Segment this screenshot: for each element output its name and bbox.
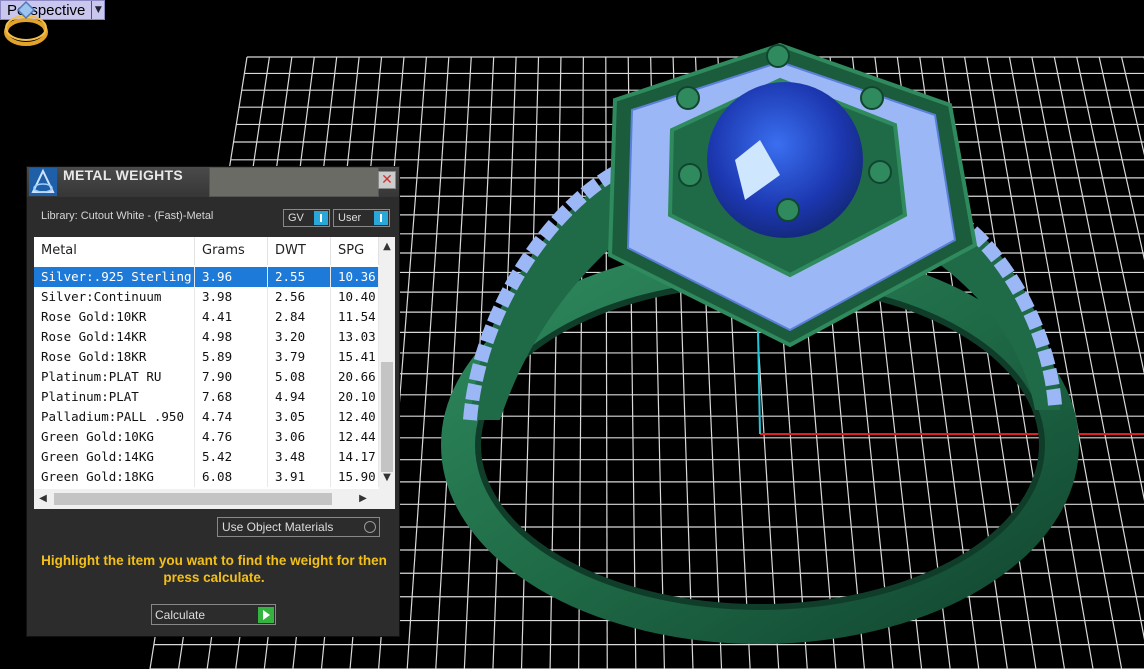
table-cell: 4.74 xyxy=(195,407,268,427)
instruction-text: Highlight the item you want to find the … xyxy=(41,553,387,585)
table-cell: 10.40 xyxy=(331,287,379,307)
table-cell: Rose Gold:10KR xyxy=(34,307,195,327)
chevron-down-icon[interactable]: ▼ xyxy=(91,1,104,19)
scroll-down-icon[interactable]: ▼ xyxy=(379,470,395,486)
table-row[interactable]: Rose Gold:10KR 4.41 2.84 11.54 xyxy=(34,307,379,327)
table-cell: Platinum:PLAT xyxy=(34,387,195,407)
vertical-scrollbar[interactable]: ▲ ▼ xyxy=(379,237,395,489)
scroll-up-icon[interactable]: ▲ xyxy=(379,239,395,255)
app-logo-icon xyxy=(29,168,57,196)
table-cell: 6.08 xyxy=(195,467,268,487)
scroll-right-icon[interactable]: ▶ xyxy=(356,491,370,507)
table-cell: 20.10 xyxy=(331,387,379,407)
table-cell: 13.03 xyxy=(331,327,379,347)
table-row[interactable]: Rose Gold:14KR 4.98 3.20 13.03 xyxy=(34,327,379,347)
table-cell: 4.98 xyxy=(195,327,268,347)
table-header: Metal Grams DWT SPG xyxy=(34,237,379,265)
column-header-grams[interactable]: Grams xyxy=(195,237,268,265)
toggle-switch-icon[interactable] xyxy=(314,211,328,225)
table-row[interactable]: Platinum:PLAT RU 7.90 5.08 20.66 xyxy=(34,367,379,387)
table-row[interactable]: Platinum:PLAT 7.68 4.94 20.10 xyxy=(34,387,379,407)
column-header-spg[interactable]: SPG xyxy=(331,237,379,265)
scroll-left-icon[interactable]: ◀ xyxy=(36,491,50,507)
gv-toggle-label: GV xyxy=(288,212,304,224)
table-cell: Silver:Continuum xyxy=(34,287,195,307)
calculate-button[interactable]: Calculate xyxy=(151,604,276,625)
table-cell: Rose Gold:18KR xyxy=(34,347,195,367)
ring-navigation-icon[interactable] xyxy=(0,0,52,52)
table-row[interactable]: Silver:Continuum 3.98 2.56 10.40 xyxy=(34,287,379,307)
use-object-materials-label: Use Object Materials xyxy=(222,520,334,534)
table-cell: Silver:.925 Sterling xyxy=(34,267,195,287)
table-cell: 12.40 xyxy=(331,407,379,427)
table-cell: 3.79 xyxy=(268,347,331,367)
column-header-dwt[interactable]: DWT xyxy=(268,237,331,265)
table-cell: Green Gold:18KG xyxy=(34,467,195,487)
table-cell: 4.41 xyxy=(195,307,268,327)
table-row[interactable]: Green Gold:10KG 4.76 3.06 12.44 xyxy=(34,427,379,447)
table-cell: Platinum:PLAT RU xyxy=(34,367,195,387)
table-cell: 3.48 xyxy=(268,447,331,467)
play-icon[interactable] xyxy=(258,606,274,623)
table-cell: Rose Gold:14KR xyxy=(34,327,195,347)
table-body: Silver:.925 Sterling 3.96 2.55 10.36 Silver:… xyxy=(34,267,379,487)
table-cell: 5.42 xyxy=(195,447,268,467)
panel-titlebar[interactable]: METAL WEIGHTS ✕ xyxy=(27,167,399,197)
panel-title: METAL WEIGHTS xyxy=(63,167,184,183)
toggle-switch-icon[interactable] xyxy=(374,211,388,225)
table-cell: 15.41 xyxy=(331,347,379,367)
table-cell: 4.76 xyxy=(195,427,268,447)
table-row[interactable]: Green Gold:18KG 6.08 3.91 15.90 xyxy=(34,467,379,487)
table-cell: 10.36 xyxy=(331,267,379,287)
table-cell: 3.91 xyxy=(268,467,331,487)
horizontal-scrollbar[interactable]: ◀ ▶ xyxy=(34,489,395,509)
table-cell: 2.55 xyxy=(268,267,331,287)
table-row[interactable]: Palladium:PALL .950 4.74 3.05 12.40 xyxy=(34,407,379,427)
scroll-thumb[interactable] xyxy=(381,362,393,472)
table-row[interactable]: Rose Gold:18KR 5.89 3.79 15.41 xyxy=(34,347,379,367)
close-icon[interactable]: ✕ xyxy=(378,171,396,189)
metal-table[interactable]: Metal Grams DWT SPG Silver:.925 Sterling… xyxy=(34,237,395,509)
table-cell: 3.96 xyxy=(195,267,268,287)
table-cell: 12.44 xyxy=(331,427,379,447)
table-cell: 5.08 xyxy=(268,367,331,387)
column-header-metal[interactable]: Metal xyxy=(34,237,195,265)
user-toggle[interactable]: User xyxy=(333,209,390,227)
table-cell: 3.20 xyxy=(268,327,331,347)
library-label: Library: Cutout White - (Fast)-Metal xyxy=(41,210,214,222)
use-object-materials-option[interactable]: Use Object Materials xyxy=(217,517,380,537)
scroll-thumb[interactable] xyxy=(54,493,332,505)
gv-toggle[interactable]: GV xyxy=(283,209,330,227)
table-cell: 7.90 xyxy=(195,367,268,387)
table-cell: 15.90 xyxy=(331,467,379,487)
table-cell: Green Gold:14KG xyxy=(34,447,195,467)
metal-weights-panel: METAL WEIGHTS ✕ Library: Cutout White - … xyxy=(26,166,400,637)
table-cell: 20.66 xyxy=(331,367,379,387)
table-cell: 2.84 xyxy=(268,307,331,327)
table-cell: 4.94 xyxy=(268,387,331,407)
table-cell: Palladium:PALL .950 xyxy=(34,407,195,427)
table-cell: 2.56 xyxy=(268,287,331,307)
calculate-label: Calculate xyxy=(155,607,206,622)
table-cell: 14.17 xyxy=(331,447,379,467)
table-cell: 11.54 xyxy=(331,307,379,327)
table-cell: 3.98 xyxy=(195,287,268,307)
user-toggle-label: User xyxy=(338,212,362,224)
table-cell: 7.68 xyxy=(195,387,268,407)
radio-icon[interactable] xyxy=(364,521,376,533)
table-cell: Green Gold:10KG xyxy=(34,427,195,447)
table-cell: 3.06 xyxy=(268,427,331,447)
titlebar-drag-area[interactable] xyxy=(209,167,379,197)
table-row[interactable]: Silver:.925 Sterling 3.96 2.55 10.36 xyxy=(34,267,379,287)
table-cell: 5.89 xyxy=(195,347,268,367)
table-row[interactable]: Green Gold:14KG 5.42 3.48 14.17 xyxy=(34,447,379,467)
z-axis xyxy=(757,329,761,435)
table-cell: 3.05 xyxy=(268,407,331,427)
